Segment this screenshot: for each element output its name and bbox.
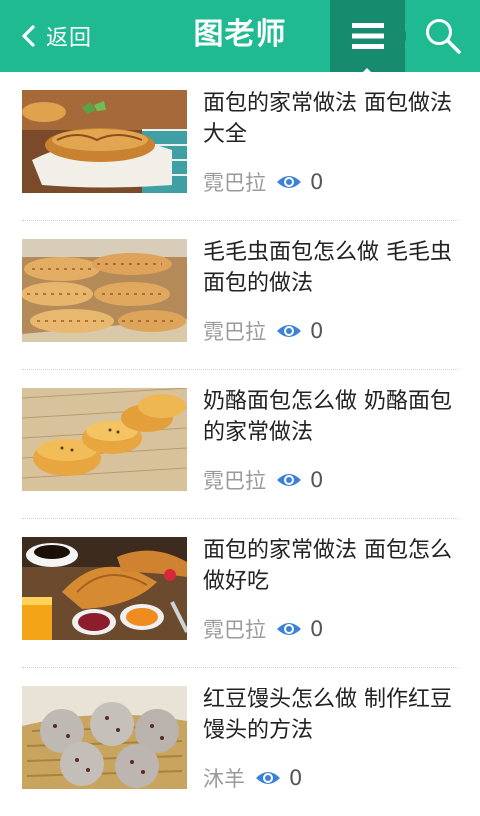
back-button[interactable]: 返回 <box>0 0 110 72</box>
article-thumbnail <box>22 90 187 193</box>
article-view-count: 0 <box>310 170 324 194</box>
article-thumbnail <box>22 686 187 789</box>
article-title: 红豆馒头怎么做 制作红豆馒头的方法 <box>203 687 452 743</box>
article-author: 霓巴拉 <box>203 618 266 642</box>
article-title: 面包的家常做法 面包怎么做好吃 <box>203 538 452 594</box>
eye-icon <box>277 176 301 188</box>
article-meta: 霓巴拉 0 <box>203 167 323 197</box>
article-title: 奶酪面包怎么做 奶酪面包的家常做法 <box>203 389 452 445</box>
list-item[interactable]: 面包的家常做法 面包做法大全 霓巴拉 0 <box>22 72 458 221</box>
back-label: 返回 <box>46 26 93 51</box>
article-meta: 霓巴拉 0 <box>203 614 323 644</box>
list-item[interactable]: 面包的家常做法 面包怎么做好吃 霓巴拉 0 <box>22 519 458 668</box>
article-thumbnail <box>22 388 187 491</box>
list-item[interactable]: 奶酪面包怎么做 奶酪面包的家常做法 霓巴拉 0 <box>22 370 458 519</box>
list-item[interactable]: 毛毛虫面包怎么做 毛毛虫面包的做法 霓巴拉 0 <box>22 221 458 370</box>
article-meta: 霓巴拉 0 <box>203 316 323 346</box>
search-icon <box>425 19 461 54</box>
article-view-count: 0 <box>289 766 303 790</box>
article-view-count: 0 <box>310 319 324 343</box>
article-view-count: 0 <box>310 468 324 492</box>
chevron-left-icon <box>22 25 35 47</box>
menu-button[interactable] <box>330 0 405 72</box>
list-item[interactable]: 红豆馒头怎么做 制作红豆馒头的方法 沐羊 0 <box>22 668 458 816</box>
article-title: 毛毛虫面包怎么做 毛毛虫面包的做法 <box>203 240 452 296</box>
eye-icon <box>277 623 301 635</box>
eye-icon <box>277 325 301 337</box>
eye-icon <box>256 772 280 784</box>
article-meta: 霓巴拉 0 <box>203 465 323 495</box>
article-author: 霓巴拉 <box>203 469 266 493</box>
eye-icon <box>277 474 301 486</box>
article-thumbnail <box>22 239 187 342</box>
article-thumbnail <box>22 537 187 640</box>
article-author: 霓巴拉 <box>203 320 266 344</box>
top-bar: 返回 图老师 <box>0 0 480 73</box>
article-author: 霓巴拉 <box>203 171 266 195</box>
article-title: 面包的家常做法 面包做法大全 <box>203 91 452 147</box>
article-author: 沐羊 <box>203 767 245 791</box>
search-button[interactable] <box>405 0 480 72</box>
app-title: 图老师 <box>193 17 287 52</box>
article-meta: 沐羊 0 <box>203 763 302 793</box>
article-view-count: 0 <box>310 617 324 641</box>
menu-icon <box>351 23 384 49</box>
